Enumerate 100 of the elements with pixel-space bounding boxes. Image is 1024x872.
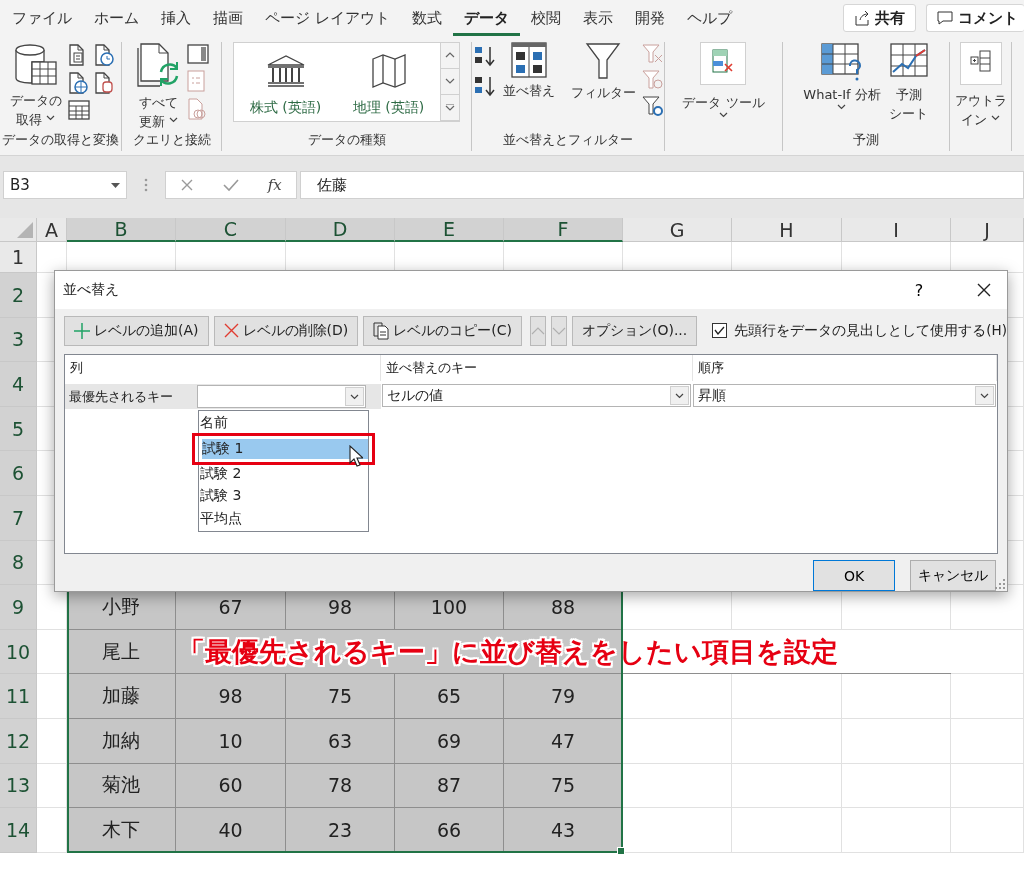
checkbox[interactable]: [712, 323, 728, 338]
row-header[interactable]: 8: [0, 540, 37, 586]
column-header[interactable]: H: [732, 218, 842, 242]
column-header[interactable]: J: [951, 218, 1024, 242]
list-item[interactable]: 試験 2: [199, 462, 368, 486]
cell[interactable]: [842, 808, 951, 853]
order-select[interactable]: 昇順: [693, 384, 996, 407]
row-header[interactable]: 7: [0, 495, 37, 541]
cell[interactable]: 菊池: [67, 763, 176, 809]
cell[interactable]: 木下: [67, 808, 176, 853]
cancel-icon[interactable]: [180, 178, 195, 192]
ribbon-tab[interactable]: ホーム: [83, 0, 150, 36]
list-item[interactable]: 試験 1: [192, 432, 375, 465]
gallery-item[interactable]: 地理 (英語): [337, 43, 440, 121]
column-header[interactable]: G: [623, 218, 732, 242]
cell[interactable]: [732, 674, 842, 719]
column-header[interactable]: E: [395, 218, 504, 242]
cell[interactable]: 75: [504, 763, 623, 809]
ribbon-button[interactable]: すべて 更新: [134, 42, 183, 131]
column-header[interactable]: I: [842, 218, 951, 242]
ribbon-tab[interactable]: 数式: [400, 0, 453, 36]
cell[interactable]: [732, 718, 842, 764]
help-button[interactable]: ?: [899, 279, 939, 301]
cell[interactable]: 69: [395, 718, 504, 764]
ribbon-tab[interactable]: ページ レイアウト: [254, 0, 401, 36]
list-item[interactable]: 試験 3: [199, 485, 368, 508]
row-header[interactable]: 2: [0, 273, 37, 318]
formula-field[interactable]: 佐藤: [300, 171, 1024, 199]
cell[interactable]: [732, 763, 842, 809]
ok-button[interactable]: OK: [813, 560, 895, 591]
cell[interactable]: 87: [395, 763, 504, 809]
insert-function-button[interactable]: fx: [267, 176, 282, 194]
cell[interactable]: 79: [504, 674, 623, 719]
cell[interactable]: 65: [395, 674, 504, 719]
select-all-button[interactable]: [0, 218, 37, 242]
ribbon-button[interactable]: フィルター: [568, 42, 638, 102]
cell[interactable]: 40: [176, 808, 286, 853]
row-header[interactable]: 10: [0, 629, 37, 675]
ribbon-tab[interactable]: 開発: [623, 0, 676, 36]
cell[interactable]: [37, 629, 67, 675]
column-header[interactable]: C: [176, 218, 286, 242]
cell[interactable]: 23: [286, 808, 395, 853]
cell[interactable]: 43: [504, 808, 623, 853]
row-header[interactable]: 12: [0, 718, 37, 764]
cell[interactable]: [951, 674, 1024, 719]
row-header[interactable]: 11: [0, 674, 37, 719]
cell[interactable]: [732, 808, 842, 853]
column-header[interactable]: F: [504, 218, 623, 242]
ribbon-tab[interactable]: 表示: [571, 0, 624, 36]
ribbon-button[interactable]: 並べ替え: [500, 42, 557, 100]
column-select[interactable]: [197, 385, 366, 408]
ribbon-button[interactable]: アウトラ イン: [952, 42, 1009, 129]
list-item[interactable]: 平均点: [199, 507, 368, 531]
ribbon-button[interactable]: データ ツール: [680, 42, 767, 121]
ribbon-tab[interactable]: ファイル: [1, 0, 83, 36]
cell[interactable]: 66: [395, 808, 504, 853]
cell[interactable]: 10: [176, 718, 286, 764]
cell[interactable]: [37, 808, 67, 853]
column-header[interactable]: A: [37, 218, 67, 242]
ribbon-tab[interactable]: 挿入: [150, 0, 202, 36]
ribbon-button[interactable]: 予測 シート: [886, 42, 931, 123]
scroll-down-button[interactable]: [441, 69, 459, 95]
cell[interactable]: [842, 674, 951, 719]
add-level-button[interactable]: レベルの追加(A): [64, 315, 209, 346]
ribbon-tab[interactable]: ヘルプ: [675, 0, 743, 36]
ribbon-tab[interactable]: 描画: [202, 0, 254, 36]
cell[interactable]: 尾上: [67, 629, 176, 675]
row-header[interactable]: 1: [0, 242, 37, 273]
gallery-item[interactable]: 株式 (英語): [234, 43, 337, 121]
name-box[interactable]: B3: [3, 171, 127, 199]
copy-level-button[interactable]: レベルのコピー(C): [363, 315, 522, 346]
sort-on-select[interactable]: セルの値: [382, 384, 691, 407]
cell[interactable]: 47: [504, 718, 623, 764]
resize-grip-icon[interactable]: [995, 579, 1005, 589]
cell[interactable]: 加藤: [67, 674, 176, 719]
column-header[interactable]: B: [67, 218, 176, 242]
row-header[interactable]: 4: [0, 362, 37, 407]
cell[interactable]: [37, 674, 67, 719]
row-header[interactable]: 9: [0, 585, 37, 630]
cell[interactable]: [623, 763, 732, 809]
row-header[interactable]: 3: [0, 317, 37, 363]
row-header[interactable]: 13: [0, 763, 37, 809]
delete-level-button[interactable]: レベルの削除(D): [213, 315, 359, 346]
fill-handle[interactable]: [617, 846, 625, 855]
row-header[interactable]: 5: [0, 406, 37, 452]
cell[interactable]: 98: [176, 674, 286, 719]
scroll-up-button[interactable]: [441, 43, 459, 69]
ribbon-button[interactable]: What-If 分析: [801, 42, 883, 113]
share-button[interactable]: 共有: [843, 4, 916, 32]
ribbon-button[interactable]: データの 取得: [7, 42, 64, 129]
cell[interactable]: [951, 763, 1024, 809]
cell[interactable]: [842, 763, 951, 809]
cell[interactable]: 75: [286, 674, 395, 719]
cell[interactable]: [623, 674, 732, 719]
ribbon-tab[interactable]: 校閲: [519, 0, 572, 36]
cell[interactable]: [842, 718, 951, 764]
cell[interactable]: 63: [286, 718, 395, 764]
column-header[interactable]: D: [286, 218, 395, 242]
cell[interactable]: [951, 808, 1024, 853]
cell[interactable]: 加納: [67, 718, 176, 764]
